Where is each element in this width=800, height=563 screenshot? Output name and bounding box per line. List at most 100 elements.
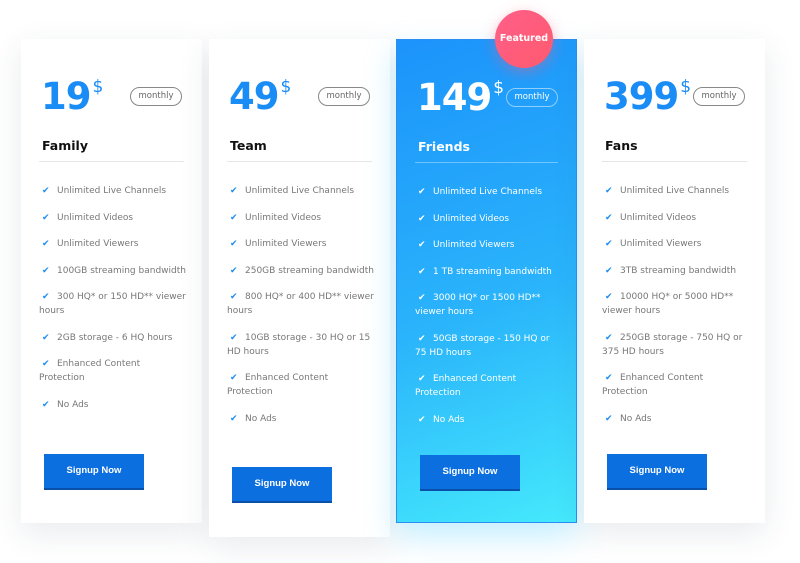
feature-item: ✔ 10000 HQ* or 5000 HD** viewer hours [602, 290, 751, 318]
check-icon: ✔ [42, 212, 50, 223]
check-icon: ✔ [230, 292, 238, 302]
feature-list: ✔ Unlimited Live Channels ✔ Unlimited Video… [415, 185, 562, 439]
feature-item: ✔ Unlimited Videos [39, 211, 188, 225]
feature-item: ✔ Unlimited Live Channels [602, 184, 751, 198]
price-amount: 49 [229, 75, 279, 118]
feature-item: ✔ Enhanced Content Protection [39, 357, 188, 385]
feature-item: ✔ 1 TB streaming bandwidth [415, 265, 562, 279]
price: 149 $ [417, 76, 504, 119]
feature-text: Unlimited Viewers [245, 239, 327, 249]
billing-period-pill: monthly [130, 87, 182, 106]
feature-item: ✔ 300 HQ* or 150 HD** viewer hours [39, 290, 188, 318]
plan-name: Team [230, 138, 267, 153]
check-icon: ✔ [230, 186, 238, 196]
feature-item: ✔ Enhanced Content Protection [415, 372, 562, 400]
feature-item: ✔ Unlimited Videos [415, 212, 562, 226]
feature-text: 3TB streaming bandwidth [620, 265, 737, 276]
feature-item: ✔ Unlimited Viewers [602, 237, 751, 251]
plan-name: Family [42, 138, 88, 153]
currency-symbol: $ [680, 76, 691, 97]
check-icon: ✔ [605, 186, 613, 196]
check-icon: ✔ [605, 413, 613, 424]
check-icon: ✔ [230, 212, 238, 223]
price: 19 $ [41, 75, 104, 118]
feature-item: ✔ 50GB storage - 150 HQ or 75 HD hours [415, 332, 562, 360]
feature-list: ✔ Unlimited Live Channels ✔ Unlimited Video… [602, 184, 751, 438]
feature-item: ✔ No Ads [39, 398, 188, 412]
feature-text: Unlimited Viewers [433, 240, 515, 250]
check-icon: ✔ [605, 292, 613, 302]
feature-text: 3000 HQ* or 1500 HD** viewer hours [415, 293, 541, 317]
feature-item: ✔ Enhanced Content Protection [602, 371, 751, 399]
feature-item: ✔ Unlimited Viewers [39, 237, 188, 251]
billing-period-pill: monthly [506, 88, 558, 107]
check-icon: ✔ [418, 293, 426, 303]
feature-text: 1 TB streaming bandwidth [433, 266, 552, 277]
price-amount: 399 [604, 75, 679, 118]
feature-text: Unlimited Viewers [57, 239, 139, 249]
check-icon: ✔ [42, 332, 50, 343]
feature-text: Unlimited Viewers [620, 239, 702, 249]
price: 399 $ [604, 75, 691, 118]
feature-text: No Ads [57, 399, 89, 410]
check-icon: ✔ [42, 239, 50, 249]
feature-item: ✔ 100GB streaming bandwidth [39, 264, 188, 278]
plan-name: Friends [418, 139, 470, 154]
check-icon: ✔ [418, 414, 426, 425]
check-icon: ✔ [42, 292, 50, 302]
feature-item: ✔ Unlimited Videos [602, 211, 751, 225]
feature-text: Unlimited Live Channels [245, 186, 355, 196]
feature-item: ✔ Unlimited Viewers [227, 237, 376, 251]
currency-symbol: $ [92, 76, 104, 97]
signup-button[interactable]: Signup Now [44, 454, 144, 488]
feature-list: ✔ Unlimited Live Channels ✔ Unlimited Video… [227, 184, 376, 438]
check-icon: ✔ [418, 333, 426, 344]
divider [39, 161, 184, 162]
feature-item: ✔ 250GB streaming bandwidth [227, 264, 376, 278]
plan-name: Fans [605, 138, 638, 153]
feature-text: 100GB streaming bandwidth [57, 265, 186, 276]
check-icon: ✔ [418, 266, 426, 277]
feature-text: Unlimited Live Channels [620, 186, 730, 196]
price: 49 $ [229, 75, 291, 118]
feature-item: ✔ Enhanced Content Protection [227, 371, 376, 399]
currency-symbol: $ [493, 77, 504, 98]
divider [415, 162, 558, 163]
feature-item: ✔ No Ads [227, 412, 376, 426]
feature-item: ✔ Unlimited Live Channels [39, 184, 188, 198]
price-amount: 149 [417, 76, 492, 119]
check-icon: ✔ [605, 265, 613, 276]
billing-period-pill: monthly [693, 87, 745, 106]
feature-item: ✔ 3TB streaming bandwidth [602, 264, 751, 278]
check-icon: ✔ [418, 240, 426, 250]
feature-text: 10000 HQ* or 5000 HD** viewer hours [602, 292, 734, 316]
pricing-card-friends: 149 $ monthly Friends ✔ Unlimited Live Cha… [396, 39, 577, 523]
feature-item: ✔ Unlimited Live Channels [415, 185, 562, 199]
check-icon: ✔ [605, 239, 613, 249]
check-icon: ✔ [42, 265, 50, 276]
check-icon: ✔ [42, 186, 50, 196]
feature-text: 50GB storage - 150 HQ or 75 HD hours [415, 333, 550, 358]
check-icon: ✔ [42, 399, 50, 410]
signup-button[interactable]: Signup Now [607, 454, 707, 488]
feature-text: 2GB storage - 6 HQ hours [57, 332, 173, 343]
check-icon: ✔ [418, 374, 426, 384]
check-icon: ✔ [42, 359, 50, 369]
check-icon: ✔ [230, 239, 238, 249]
feature-text: No Ads [245, 413, 277, 424]
feature-item: ✔ 3000 HQ* or 1500 HD** viewer hours [415, 291, 562, 319]
feature-list: ✔ Unlimited Live Channels ✔ Unlimited Video… [39, 184, 188, 424]
signup-button[interactable]: Signup Now [232, 467, 332, 501]
feature-item: ✔ 800 HQ* or 400 HD** viewer hours [227, 290, 376, 318]
divider [227, 161, 372, 162]
feature-text: Unlimited Videos [433, 213, 510, 224]
feature-item: ✔ Unlimited Videos [227, 211, 376, 225]
feature-text: Unlimited Videos [620, 212, 697, 223]
feature-item: ✔ Unlimited Live Channels [227, 184, 376, 198]
feature-text: Unlimited Videos [57, 212, 134, 223]
feature-text: 800 HQ* or 400 HD** viewer hours [227, 292, 374, 316]
feature-item: ✔ No Ads [415, 413, 562, 427]
signup-button[interactable]: Signup Now [420, 455, 520, 489]
check-icon: ✔ [230, 413, 238, 424]
check-icon: ✔ [230, 332, 238, 343]
